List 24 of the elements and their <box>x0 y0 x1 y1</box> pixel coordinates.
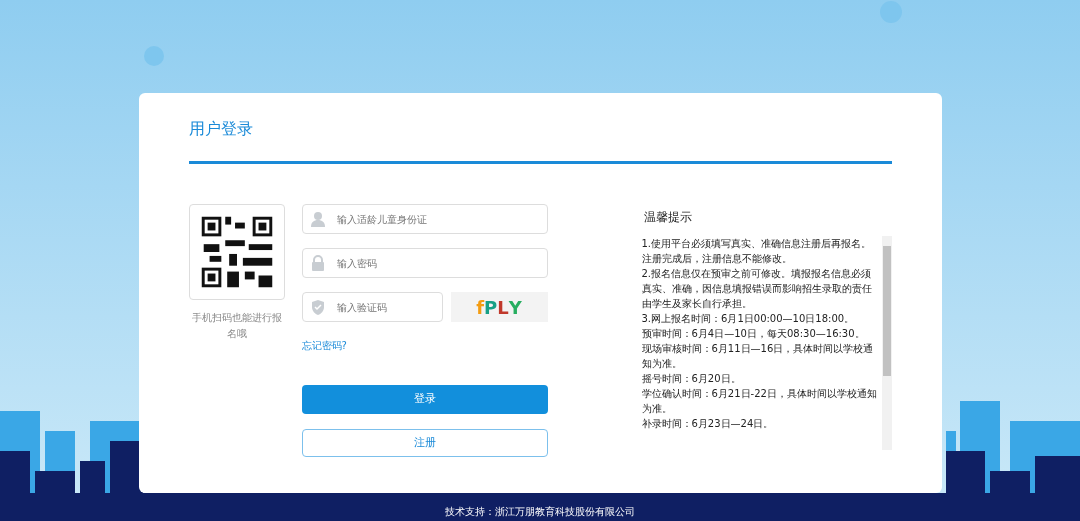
notice-text: 摇号时间：6月20日。 <box>641 372 742 386</box>
notice-text: 2.报名信息仅在预审之前可修改。填报报名信息必须真实、准确，因信息填报错误而影响招生录取的责任由学生及家长自行承担。 <box>641 267 873 311</box>
login-button[interactable]: 登录 <box>301 385 548 414</box>
captcha-image[interactable]: fPLY <box>450 292 548 322</box>
notice-text: 3.网上报名时间：6月1日00:00—10日18:00。 <box>641 312 856 326</box>
input-field[interactable]: 输入验证码 <box>301 292 443 322</box>
notice-text: 预审时间：6月4日—10日，每天08:30—16:30。 <box>641 327 866 341</box>
card-title: 用户登录 <box>188 118 254 140</box>
person-icon <box>309 211 326 227</box>
input-field[interactable]: 输入密码 <box>301 248 548 278</box>
lock-icon <box>309 255 326 271</box>
notice-text: 学位确认时间：6月21日-22日，具体时间以学校通知为准。 <box>641 387 878 416</box>
shield-icon <box>309 299 326 315</box>
input-field[interactable]: 输入适龄儿童身份证 <box>301 204 548 234</box>
notice-text: 现场审核时间：6月11日—16日，具体时间以学校通知为准。 <box>641 342 875 371</box>
bubble <box>144 46 164 66</box>
footer-bar: 技术支持：浙江万朋教育科技股份有限公司 <box>0 493 1080 521</box>
qr-caption: 手机扫码也能进行报名哦 <box>191 311 282 341</box>
notice-text: 补录时间：6月23日—24日。 <box>641 417 775 431</box>
qr-code-icon <box>188 204 285 300</box>
forgot-password-link[interactable]: 忘记密码? <box>301 338 548 353</box>
register-button[interactable]: 注册 <box>301 429 548 457</box>
notice-text: 1.使用平台必须填写真实、准确信息注册后再报名。注册完成后，注册信息不能修改。 <box>641 237 873 266</box>
notice-title: 温馨提示 <box>643 209 693 226</box>
